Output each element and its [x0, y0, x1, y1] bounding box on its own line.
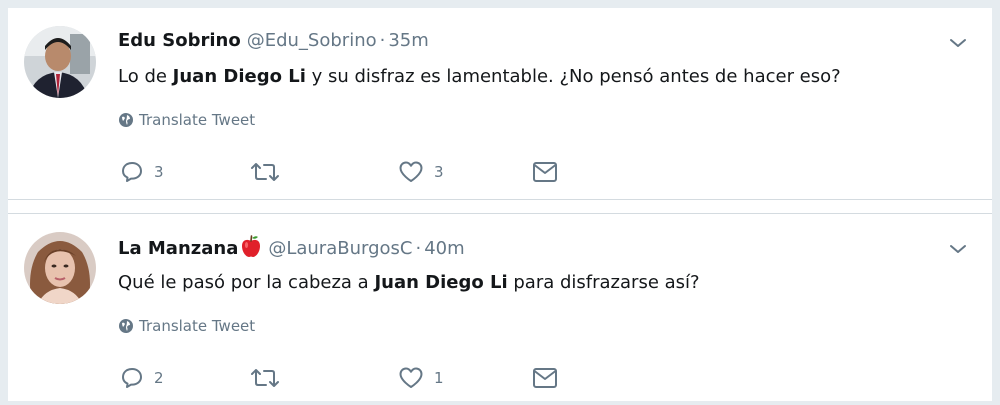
like-button[interactable]: 3: [398, 156, 444, 188]
retweet-button[interactable]: [250, 156, 280, 188]
timestamp[interactable]: 35m: [388, 30, 428, 51]
reply-count: 2: [154, 369, 164, 387]
apple-emoji-icon: [242, 235, 261, 257]
user-handle[interactable]: @Edu_Sobrino: [247, 30, 377, 51]
like-count: 3: [434, 163, 444, 181]
translate-tweet-link[interactable]: Translate Tweet: [118, 316, 255, 336]
heart-icon: [399, 367, 423, 388]
tweet[interactable]: Edu Sobrino @Edu_Sobrino · 35m Lo de Juan D…: [8, 8, 992, 200]
user-handle[interactable]: @LauraBurgosC: [268, 238, 412, 259]
reply-count: 3: [154, 163, 164, 181]
tweet-text-part: Lo de: [118, 66, 173, 87]
display-name[interactable]: Edu Sobrino: [118, 30, 241, 51]
reply-button[interactable]: 3: [120, 156, 164, 188]
reply-button[interactable]: 2: [120, 362, 164, 394]
tweet-actions: 3 3: [118, 156, 618, 188]
timeline: Edu Sobrino @Edu_Sobrino · 35m Lo de Juan D…: [8, 8, 992, 401]
tweet-text-bold: Juan Diego Li: [374, 272, 508, 293]
tweet-header: La Manzana @LauraBurgosC · 40m: [118, 234, 465, 260]
display-name[interactable]: La Manzana: [118, 238, 238, 259]
separator-dot: ·: [379, 30, 386, 51]
tweet-text: Lo de Juan Diego Li y su disfraz es lame…: [118, 64, 841, 90]
tweet-actions: 2 1: [118, 362, 618, 394]
envelope-icon: [533, 162, 557, 182]
tweet-text-part: para disfrazarse así?: [507, 272, 700, 293]
retweet-icon: [251, 163, 279, 181]
reply-icon: [122, 368, 142, 388]
translate-label[interactable]: Translate Tweet: [139, 317, 255, 335]
direct-message-button[interactable]: [532, 362, 558, 394]
like-button[interactable]: 1: [398, 362, 444, 394]
translate-tweet-link[interactable]: Translate Tweet: [118, 110, 255, 130]
retweet-button[interactable]: [250, 362, 280, 394]
tweet-text: Qué le pasó por la cabeza a Juan Diego L…: [118, 270, 700, 296]
translate-label[interactable]: Translate Tweet: [139, 111, 255, 129]
timestamp[interactable]: 40m: [424, 238, 464, 259]
like-count: 1: [434, 369, 444, 387]
tweet-header: Edu Sobrino @Edu_Sobrino · 35m: [118, 28, 429, 54]
tweet[interactable]: La Manzana @LauraBurgosC · 40m Qué le pasó…: [8, 213, 992, 405]
tweet-text-part: y su disfraz es lamentable. ¿No pensó an…: [305, 66, 841, 87]
direct-message-button[interactable]: [532, 156, 558, 188]
globe-icon: [119, 113, 133, 127]
tweet-text-part: Qué le pasó por la cabeza a: [118, 272, 375, 293]
avatar[interactable]: [24, 26, 96, 98]
reply-icon: [122, 162, 142, 182]
envelope-icon: [533, 368, 557, 388]
globe-icon: [119, 319, 133, 333]
heart-icon: [399, 161, 423, 182]
tweet-text-bold: Juan Diego Li: [172, 66, 306, 87]
separator-dot: ·: [415, 238, 422, 259]
chevron-down-icon[interactable]: [948, 36, 968, 50]
retweet-icon: [251, 369, 279, 387]
chevron-down-icon[interactable]: [948, 242, 968, 256]
avatar[interactable]: [24, 232, 96, 304]
